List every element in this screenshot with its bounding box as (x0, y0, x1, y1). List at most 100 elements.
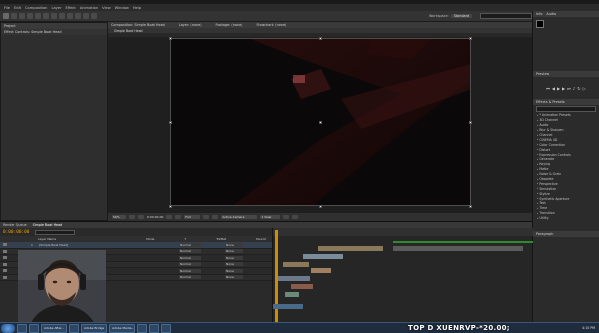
layer-mode-select[interactable]: Normal (179, 268, 201, 273)
layer-parent-select[interactable]: None (225, 242, 243, 247)
visibility-eye-icon[interactable] (3, 243, 7, 247)
menu-help[interactable]: Help (133, 6, 141, 10)
layer-parent-select[interactable]: None (225, 268, 243, 273)
menu-edit[interactable]: Edit (14, 6, 21, 10)
layer-duration-bar[interactable] (278, 276, 310, 281)
column-mode[interactable]: Mode (146, 237, 154, 241)
expand-triangle-icon[interactable]: ▸ (537, 119, 538, 122)
visibility-eye-icon[interactable] (3, 269, 7, 273)
layer-duration-bar[interactable] (318, 246, 383, 251)
tab-render-queue[interactable]: Render Queue (3, 223, 27, 227)
layer-parent-select[interactable]: None (225, 255, 243, 260)
expand-triangle-icon[interactable]: ▸ (537, 178, 538, 181)
grid-toggle-icon[interactable] (129, 215, 135, 219)
menu-animation[interactable]: Animation (80, 6, 98, 10)
tab-footage[interactable]: Footage: (none) (216, 23, 243, 27)
column-layer-name[interactable]: Layer Name (38, 237, 56, 241)
transform-handle[interactable] (169, 121, 172, 124)
eraser-tool-icon[interactable] (83, 13, 89, 19)
view-select[interactable]: Active Camera (221, 215, 258, 219)
layer-duration-bar[interactable] (273, 304, 303, 309)
last-frame-icon[interactable]: ⏭ (567, 86, 571, 91)
expand-triangle-icon[interactable]: ▸ (537, 134, 538, 137)
play-icon[interactable]: ▶ (557, 86, 560, 91)
transparency-grid-icon[interactable] (212, 215, 219, 219)
mask-toggle-icon[interactable] (138, 215, 144, 219)
taskbar-app-button[interactable] (29, 323, 39, 333)
work-area-bar[interactable] (393, 241, 533, 243)
tab-composition[interactable]: Composition: Simple Boat Head (111, 23, 165, 27)
layer-name[interactable]: [Simple Boat Head] (39, 243, 139, 247)
expand-triangle-icon[interactable]: ▸ (537, 129, 538, 132)
column-t[interactable]: T (184, 237, 186, 241)
selection-tool-icon[interactable] (3, 13, 9, 19)
taskbar-app-button[interactable] (161, 323, 171, 333)
search-help-input[interactable] (480, 13, 533, 19)
expand-triangle-icon[interactable]: ▸ (537, 158, 538, 161)
first-frame-icon[interactable]: ⏮ (546, 86, 550, 91)
column-parent[interactable]: Parent (256, 237, 266, 241)
transform-handle[interactable] (469, 205, 472, 208)
taskbar-app-button[interactable] (149, 323, 159, 333)
audio-icon[interactable]: ♪ (573, 86, 576, 91)
expand-triangle-icon[interactable]: ▸ (537, 197, 538, 200)
transform-handle[interactable] (469, 37, 472, 40)
layer-duration-bar[interactable] (303, 254, 343, 259)
tab-info[interactable]: Info (536, 12, 542, 16)
tab-effect-controls[interactable]: Effect Controls: Simple Boat Head (4, 30, 62, 34)
tab-audio[interactable]: Audio (546, 12, 556, 16)
visibility-eye-icon[interactable] (3, 262, 7, 266)
layer-mode-select[interactable]: Normal (179, 262, 201, 267)
taskbar-app-button[interactable]: Adobe Media... (109, 323, 135, 333)
resolution-select[interactable]: Full (184, 215, 201, 219)
expand-triangle-icon[interactable]: ▸ (537, 168, 538, 171)
menu-view[interactable]: View (102, 6, 111, 10)
tab-layer[interactable]: Layer: (none) (179, 23, 202, 27)
tab-effects-presets[interactable]: Effects & Presets (536, 100, 565, 104)
tab-project[interactable]: Project (4, 24, 16, 28)
camera-tool-icon[interactable] (35, 13, 41, 19)
expand-triangle-icon[interactable]: ▸ (537, 143, 538, 146)
transform-handle[interactable] (169, 37, 172, 40)
taskbar-app-button[interactable] (69, 323, 79, 333)
anchor-point-handle[interactable] (319, 121, 322, 124)
layer-mode-select[interactable]: Normal (179, 255, 201, 260)
layer-parent-select[interactable]: None (225, 262, 243, 267)
menu-composition[interactable]: Composition (25, 6, 47, 10)
expand-triangle-icon[interactable]: ▸ (537, 173, 538, 176)
visibility-eye-icon[interactable] (3, 256, 7, 260)
visibility-eye-icon[interactable] (3, 249, 7, 253)
expand-triangle-icon[interactable]: ▸ (537, 187, 538, 190)
pan-behind-tool-icon[interactable] (43, 13, 49, 19)
expand-triangle-icon[interactable]: ▸ (537, 163, 538, 166)
view-layout-select[interactable]: 1 View (260, 215, 281, 219)
timeline-search-input[interactable] (35, 229, 76, 235)
brush-tool-icon[interactable] (67, 13, 73, 19)
expand-triangle-icon[interactable]: ▸ (537, 182, 538, 185)
transform-handle[interactable] (469, 121, 472, 124)
text-tool-icon[interactable] (59, 13, 65, 19)
ram-preview-icon[interactable]: ▷ (583, 86, 586, 91)
expand-triangle-icon[interactable]: ▸ (537, 148, 538, 151)
region-of-interest-icon[interactable] (203, 215, 210, 219)
layer-mode-select[interactable]: Normal (179, 249, 201, 254)
menu-effect[interactable]: Effect (65, 6, 75, 10)
column-trkmat[interactable]: TrkMat (216, 237, 226, 241)
layer-duration-bar[interactable] (393, 246, 523, 251)
loop-icon[interactable]: ↻ (577, 86, 580, 91)
menu-window[interactable]: Window (115, 6, 129, 10)
layer-mode-select[interactable]: Normal (179, 242, 201, 247)
time-ruler[interactable] (273, 228, 533, 236)
taskbar-app-button[interactable]: Adobe After... (41, 323, 67, 333)
hand-tool-icon[interactable] (11, 13, 17, 19)
current-time-display[interactable]: 0:00:00:00 (147, 215, 163, 219)
workspace-select[interactable]: Standard (450, 14, 473, 18)
pen-tool-icon[interactable] (51, 13, 57, 19)
timeline-timecode[interactable]: 0:00:00:00 (3, 230, 29, 235)
previous-frame-icon[interactable]: ◀ (552, 86, 555, 91)
expand-triangle-icon[interactable]: ▸ (537, 192, 538, 195)
expand-triangle-icon[interactable]: ▸ (537, 138, 538, 141)
transform-handle[interactable] (169, 205, 172, 208)
layer-duration-bar[interactable] (291, 284, 313, 289)
tab-timeline-comp[interactable]: Simple Boat Head (33, 223, 63, 227)
